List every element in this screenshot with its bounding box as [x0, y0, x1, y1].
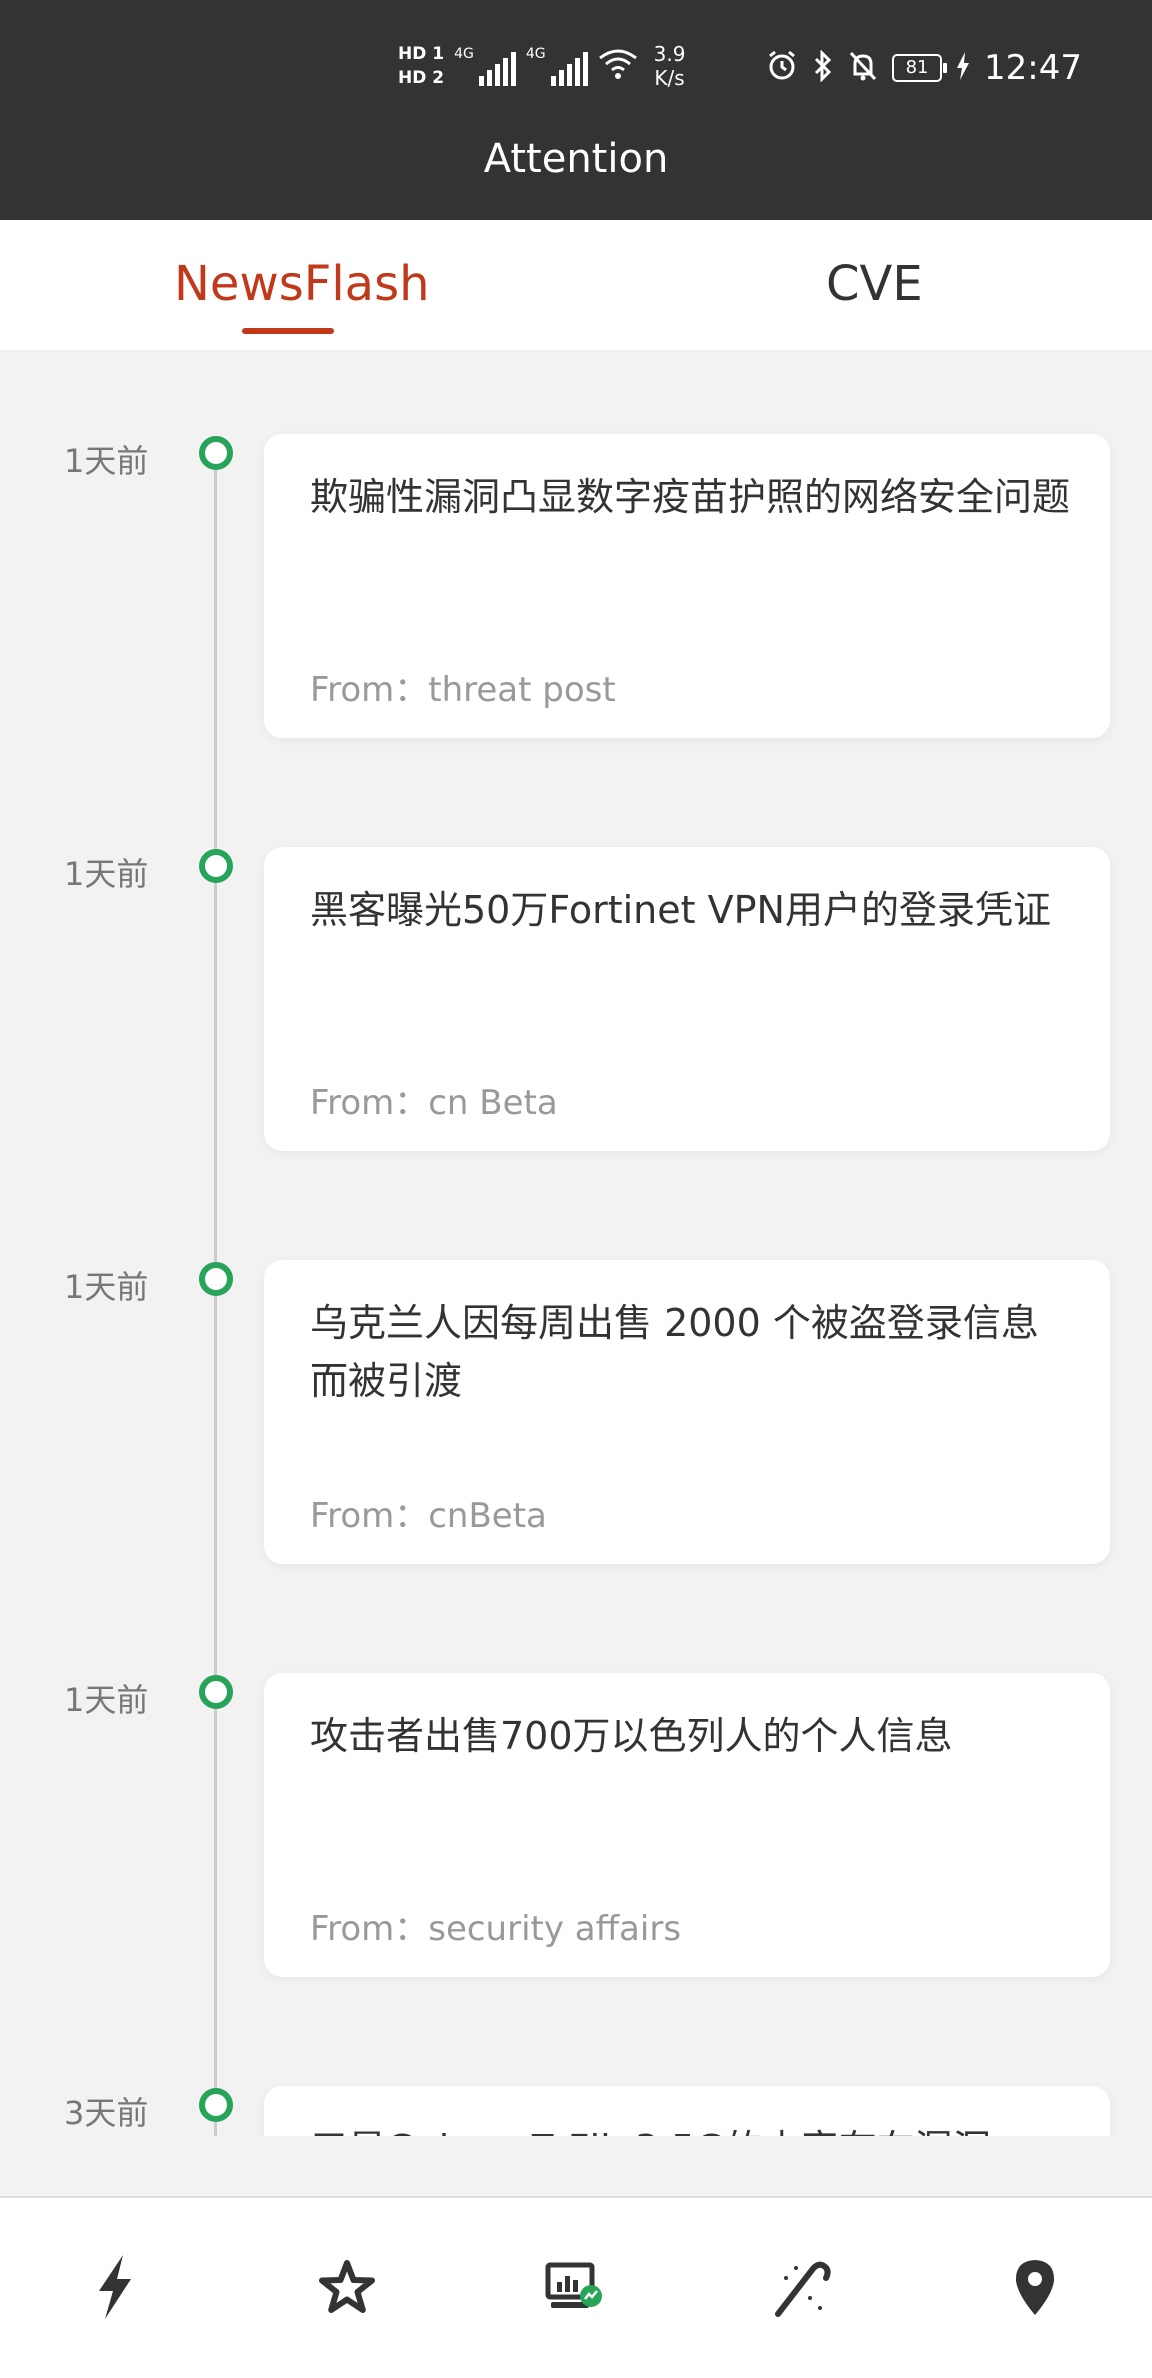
- crowbar-icon: [772, 2256, 834, 2322]
- net-speed-unit: K/s: [654, 66, 685, 90]
- news-time: 1天前: [64, 442, 149, 480]
- news-title: 黑客曝光50万Fortinet VPN用户的登录凭证: [310, 888, 1051, 932]
- network2-label: 4G: [525, 46, 546, 62]
- lightning-icon: [95, 2255, 135, 2323]
- active-tab-indicator: [242, 328, 334, 334]
- clock: 12:47: [984, 48, 1082, 88]
- charging-icon: [956, 52, 970, 84]
- bottom-nav: [0, 2196, 1152, 2378]
- nav-favorites-button[interactable]: [302, 2244, 392, 2334]
- news-title: 欺骗性漏洞凸显数字疫苗护照的网络安全问题: [310, 475, 1071, 519]
- tab-newsflash[interactable]: NewsFlash: [174, 256, 430, 312]
- list-item: 1天前 乌克兰人因每周出售 2000 个被盗登录信息而被引渡 From：cnBe…: [0, 1176, 1152, 1564]
- news-card[interactable]: 攻击者出售700万以色列人的个人信息 From：security affairs: [264, 1673, 1110, 1977]
- list-item: 1天前 攻击者出售700万以色列人的个人信息 From：security aff…: [0, 1589, 1152, 1977]
- star-icon: [319, 2260, 375, 2318]
- net-speed: 3.9 K/s: [654, 42, 686, 90]
- news-title: 乌克兰人因每周出售 2000 个被盗登录信息而被引渡: [310, 1301, 1039, 1403]
- wifi-icon: [598, 48, 638, 84]
- list-item: 3天前 三星Galaxy Z Flip3 5G的内容存在漏洞: [0, 2002, 1152, 2136]
- news-time: 1天前: [64, 1681, 149, 1719]
- signal-icon: 4G: [454, 46, 516, 86]
- tab-cve[interactable]: CVE: [826, 256, 923, 312]
- timeline-dot-icon: [199, 849, 233, 883]
- nav-newsflash-button[interactable]: [70, 2244, 160, 2334]
- timeline-dot-icon: [199, 2088, 233, 2122]
- news-card[interactable]: 黑客曝光50万Fortinet VPN用户的登录凭证 From：cn Beta: [264, 847, 1110, 1151]
- news-card[interactable]: 三星Galaxy Z Flip3 5G的内容存在漏洞: [264, 2086, 1110, 2136]
- news-card[interactable]: 乌克兰人因每周出售 2000 个被盗登录信息而被引渡 From：cnBeta: [264, 1260, 1110, 1564]
- sim1-label: HD 1: [398, 44, 445, 64]
- status-right: 81 12:47: [766, 40, 1082, 96]
- bluetooth-icon: [812, 49, 834, 86]
- mute-bell-icon: [848, 50, 878, 86]
- news-time: 3天前: [64, 2094, 149, 2132]
- news-source: From：security affairs: [310, 1909, 682, 1949]
- alarm-icon: [766, 50, 798, 86]
- list-item: 1天前 黑客曝光50万Fortinet VPN用户的登录凭证 From：cn B…: [0, 763, 1152, 1151]
- timeline-dot-icon: [199, 1262, 233, 1296]
- sim-indicators: HD 1 HD 2: [398, 45, 444, 87]
- news-source: From：cn Beta: [310, 1083, 558, 1123]
- nav-dashboard-button[interactable]: [530, 2244, 620, 2334]
- tab-bar: NewsFlash CVE: [0, 220, 1152, 350]
- news-card[interactable]: 欺骗性漏洞凸显数字疫苗护照的网络安全问题 From：threat post: [264, 434, 1110, 738]
- news-title: 三星Galaxy Z Flip3 5G的内容存在漏洞: [310, 2120, 1070, 2136]
- status-bar: HD 1 HD 2 4G 4G 3.9 K/s 81 12:47: [0, 0, 1152, 130]
- news-source: From：threat post: [310, 670, 616, 710]
- news-time: 1天前: [64, 855, 149, 893]
- page-title: Attention: [483, 136, 669, 182]
- news-source: From：cnBeta: [310, 1496, 547, 1536]
- network1-label: 4G: [454, 46, 474, 62]
- monitor-chart-icon: [545, 2262, 605, 2316]
- nav-tools-button[interactable]: [758, 2244, 848, 2334]
- sim2-label: HD 2: [398, 68, 445, 88]
- location-pin-icon: [1012, 2257, 1058, 2321]
- battery-icon: 81: [892, 54, 948, 82]
- nav-location-button[interactable]: [990, 2244, 1080, 2334]
- news-timeline[interactable]: 1天前 欺骗性漏洞凸显数字疫苗护照的网络安全问题 From：threat pos…: [0, 350, 1152, 2136]
- net-speed-value: 3.9: [653, 42, 686, 66]
- timeline-dot-icon: [199, 436, 233, 470]
- status-left: HD 1 HD 2 4G 4G 3.9 K/s: [398, 34, 685, 98]
- news-time: 1天前: [64, 1268, 149, 1306]
- signal-icon: 4G: [526, 46, 588, 86]
- timeline-dot-icon: [199, 1675, 233, 1709]
- list-item: 1天前 欺骗性漏洞凸显数字疫苗护照的网络安全问题 From：threat pos…: [0, 350, 1152, 738]
- news-title: 攻击者出售700万以色列人的个人信息: [310, 1714, 953, 1758]
